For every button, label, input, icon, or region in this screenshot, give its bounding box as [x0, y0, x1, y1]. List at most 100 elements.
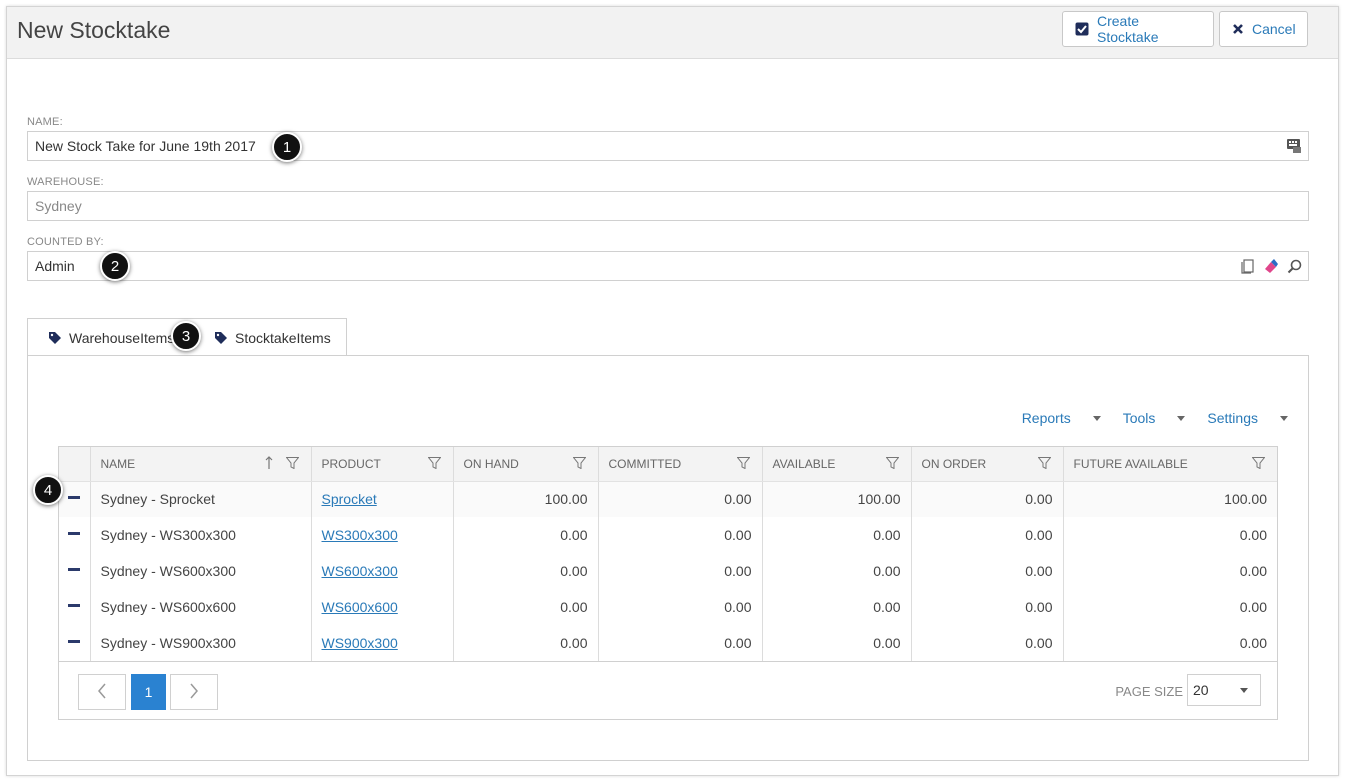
cell-name: Sydney - WS600x600: [90, 589, 312, 625]
cell-available: 100.00: [762, 481, 912, 517]
cell-product: WS300x300: [311, 517, 454, 553]
page-button-1[interactable]: 1: [131, 674, 166, 710]
filter-icon[interactable]: [426, 457, 442, 472]
warehouse-field[interactable]: Sydney: [27, 191, 1309, 221]
chevron-left-icon: [97, 683, 107, 702]
cell-on-hand: 100.00: [453, 481, 599, 517]
minus-icon: [68, 603, 81, 607]
name-field[interactable]: New Stock Take for June 19th 2017: [27, 131, 1309, 161]
cell-committed: 0.00: [598, 517, 763, 553]
cell-available: 0.00: [762, 625, 912, 661]
keyboard-lookup-icon[interactable]: [1286, 138, 1302, 157]
cell-name: Sydney - WS600x300: [90, 553, 312, 589]
cell-available: 0.00: [762, 553, 912, 589]
chevron-right-icon: [189, 683, 199, 702]
column-header-name[interactable]: NAME: [90, 447, 312, 482]
x-icon: [1232, 23, 1244, 35]
column-header-committed[interactable]: COMMITTED: [598, 447, 763, 482]
collapse-row-button[interactable]: [59, 553, 91, 589]
column-header-available[interactable]: AVAILABLE: [762, 447, 912, 482]
filter-icon[interactable]: [1036, 457, 1052, 472]
product-link[interactable]: WS600x600: [322, 599, 398, 615]
name-value: New Stock Take for June 19th 2017: [35, 138, 256, 154]
pager: 1 PAGE SIZE 20: [59, 661, 1277, 719]
reports-menu[interactable]: Reports: [1022, 410, 1101, 426]
callout-3: 3: [171, 321, 201, 351]
copy-icon[interactable]: [1241, 258, 1255, 277]
settings-menu[interactable]: Settings: [1207, 410, 1288, 426]
tab-stocktake-items[interactable]: StocktakeItems: [214, 330, 331, 346]
cell-future-available: 0.00: [1239, 527, 1267, 543]
product-link[interactable]: WS300x300: [322, 527, 398, 543]
counted-by-value: Admin: [35, 258, 75, 274]
column-header-on-order[interactable]: ON ORDER: [911, 447, 1064, 482]
table-row[interactable]: Sydney - WS600x300 WS600x300 0.00 0.00 0…: [59, 553, 1277, 589]
next-page-button[interactable]: [170, 674, 218, 710]
counted-by-field[interactable]: Admin: [27, 251, 1309, 281]
cell-future-available: 100.00: [1063, 481, 1277, 517]
filter-icon[interactable]: [1251, 457, 1266, 472]
column-header-product[interactable]: PRODUCT: [311, 447, 454, 482]
callout-1: 1: [272, 132, 302, 162]
counted-by-label: COUNTED BY:: [27, 236, 104, 248]
collapse-row-button[interactable]: [59, 517, 91, 553]
prev-page-button[interactable]: [78, 674, 126, 710]
cell-on-hand: 0.00: [453, 517, 599, 553]
stocktake-window: New Stocktake Create Stocktake Cancel NA…: [6, 6, 1339, 776]
tab-panel: Reports Tools Settings NAME PRODUCT ON H…: [27, 355, 1309, 761]
product-link[interactable]: WS900x300: [322, 635, 398, 651]
cancel-button[interactable]: Cancel: [1219, 11, 1308, 47]
filter-icon[interactable]: [735, 457, 751, 472]
collapse-row-button[interactable]: [59, 625, 91, 661]
table-header-row: NAME PRODUCT ON HAND COMMITTED AVAILABLE…: [59, 447, 1277, 482]
cell-available: 0.00: [762, 517, 912, 553]
minus-icon: [68, 639, 81, 643]
table-row[interactable]: Sydney - WS600x600 WS600x600 0.00 0.00 0…: [59, 589, 1277, 625]
cell-on-order: 0.00: [911, 481, 1064, 517]
product-link[interactable]: Sprocket: [322, 491, 377, 507]
tab-warehouse-items-label: WarehouseItems: [69, 329, 175, 346]
table-row[interactable]: Sydney - WS900x300 WS900x300 0.00 0.00 0…: [59, 625, 1277, 661]
cell-on-order: 0.00: [911, 553, 1064, 589]
warehouse-value: Sydney: [35, 198, 82, 214]
table-row[interactable]: Sydney - Sprocket Sprocket 100.00 0.00 1…: [59, 481, 1277, 517]
column-header-future-available[interactable]: FUTURE AVAILABLE: [1063, 447, 1277, 482]
minus-icon: [68, 531, 81, 535]
cell-available: 0.00: [762, 589, 912, 625]
grid-toolbar: Reports Tools Settings: [1000, 410, 1288, 426]
eraser-icon[interactable]: [1263, 258, 1279, 277]
page-header: New Stocktake Create Stocktake Cancel: [7, 7, 1338, 59]
minus-icon: [68, 496, 81, 500]
column-header-on-hand[interactable]: ON HAND: [453, 447, 599, 482]
page-size-select[interactable]: 20: [1187, 674, 1261, 706]
collapse-row-button[interactable]: [59, 589, 91, 625]
tools-menu[interactable]: Tools: [1123, 410, 1186, 426]
tab-stocktake-items-label: StocktakeItems: [235, 329, 331, 346]
sort-ascending-icon[interactable]: [265, 456, 273, 473]
cell-future-available: 0.00: [1239, 635, 1267, 651]
create-stocktake-label: Create Stocktake: [1097, 13, 1159, 45]
cell-name: Sydney - WS300x300: [90, 517, 312, 553]
cancel-label: Cancel: [1252, 21, 1296, 37]
search-icon[interactable]: [1287, 259, 1302, 277]
cell-committed: 0.00: [598, 625, 763, 661]
cell-name: Sydney - Sprocket: [90, 481, 312, 517]
filter-icon[interactable]: [284, 457, 300, 472]
cell-on-hand: 0.00: [453, 589, 599, 625]
chevron-down-icon: [1177, 415, 1186, 421]
warehouse-label: WAREHOUSE:: [27, 176, 104, 188]
product-link[interactable]: WS600x300: [322, 563, 398, 579]
collapse-row-button[interactable]: [59, 481, 91, 517]
filter-icon[interactable]: [884, 457, 900, 472]
table-row[interactable]: Sydney - WS300x300 WS300x300 0.00 0.00 0…: [59, 517, 1277, 553]
cell-on-order: 0.00: [911, 517, 1064, 553]
cell-name: Sydney - WS900x300: [90, 625, 312, 661]
filter-icon[interactable]: [571, 457, 587, 472]
create-stocktake-button[interactable]: Create Stocktake: [1062, 11, 1214, 47]
cell-product: WS900x300: [311, 625, 454, 661]
tag-icon: [48, 331, 62, 345]
page-size-label: PAGE SIZE: [1115, 684, 1183, 699]
tag-icon: [214, 331, 228, 345]
page-title: New Stocktake: [17, 17, 171, 43]
cell-future-available: 0.00: [1239, 563, 1267, 579]
